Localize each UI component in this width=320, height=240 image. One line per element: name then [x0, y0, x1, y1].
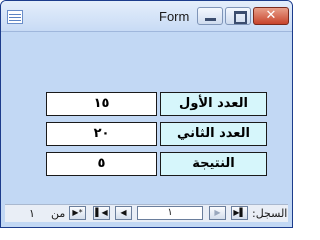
minimize-button[interactable]: [197, 7, 223, 25]
second-number-field[interactable]: ٢٠: [46, 122, 157, 146]
form-app-icon[interactable]: [7, 10, 23, 24]
of-label: من: [51, 207, 66, 220]
minimize-icon: [205, 18, 216, 21]
maximize-icon: [234, 11, 247, 24]
current-record-input[interactable]: ١: [137, 206, 203, 220]
next-record-button[interactable]: ◀: [115, 206, 132, 220]
title-bar[interactable]: Form ✕: [1, 1, 292, 32]
maximize-button[interactable]: [225, 7, 251, 25]
status-strip: [5, 222, 288, 227]
total-records: ١: [29, 207, 35, 220]
previous-record-button[interactable]: ▶: [209, 206, 226, 220]
form-window: Form ✕ العدد الأول ١٥ العدد الثاني ٢٠ ال…: [0, 0, 293, 228]
record-label: السجل:: [252, 207, 288, 220]
next-record-icon: ◀: [120, 208, 127, 217]
first-record-button[interactable]: ▶▌: [231, 206, 248, 220]
last-record-icon: ▌◀: [95, 208, 108, 217]
new-record-icon: ▶*: [72, 208, 83, 217]
first-record-icon: ▶▌: [233, 208, 246, 217]
last-record-button[interactable]: ▌◀: [93, 206, 110, 220]
label-second-number: العدد الثاني: [160, 122, 267, 146]
new-record-button[interactable]: ▶*: [69, 206, 86, 220]
close-button[interactable]: ✕: [253, 7, 289, 25]
record-navigator: السجل: ▶▌ ▶ ١ ◀ ▌◀ ▶* من ١: [5, 204, 288, 223]
first-number-field[interactable]: ١٥: [46, 92, 157, 116]
window-title: Form: [159, 9, 190, 24]
previous-record-icon: ▶: [214, 208, 221, 217]
close-icon: ✕: [265, 8, 277, 23]
label-result: النتيجة: [160, 152, 267, 176]
form-body: العدد الأول ١٥ العدد الثاني ٢٠ النتيجة ٥: [5, 32, 288, 204]
result-field[interactable]: ٥: [46, 152, 157, 176]
label-first-number: العدد الأول: [160, 92, 267, 116]
